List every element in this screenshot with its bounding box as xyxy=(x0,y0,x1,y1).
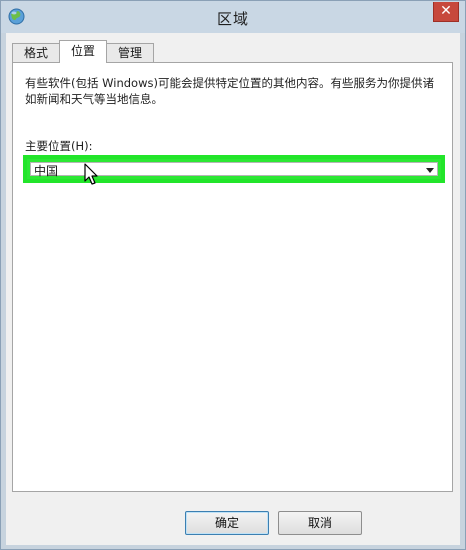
title-bar[interactable]: 区域 ✕ xyxy=(1,1,465,33)
primary-location-label: 主要位置(H): xyxy=(25,139,93,153)
region-dialog-window: 区域 ✕ 格式 位置 管理 有些软件(包括 Windows)可能会提供特定位置的… xyxy=(0,0,466,550)
mouse-cursor-icon xyxy=(84,163,98,185)
location-description: 有些软件(包括 Windows)可能会提供特定位置的其他内容。有些服务为你提供诸… xyxy=(25,76,434,106)
dropdown-arrow-icon[interactable] xyxy=(426,168,434,173)
window-title: 区域 xyxy=(216,10,249,28)
tab-location[interactable]: 位置 xyxy=(59,40,107,63)
ok-button[interactable]: 确定 xyxy=(185,511,269,535)
close-icon: ✕ xyxy=(440,3,452,19)
tab-formats[interactable]: 格式 xyxy=(12,43,60,62)
location-tab-panel: 有些软件(包括 Windows)可能会提供特定位置的其他内容。有些服务为你提供诸… xyxy=(12,62,453,492)
tab-administrative[interactable]: 管理 xyxy=(106,43,154,62)
close-button[interactable]: ✕ xyxy=(433,2,459,22)
cancel-button[interactable]: 取消 xyxy=(278,511,362,535)
dialog-body: 格式 位置 管理 有些软件(包括 Windows)可能会提供特定位置的其他内容。… xyxy=(6,33,460,545)
primary-location-value: 中国 xyxy=(34,164,59,178)
